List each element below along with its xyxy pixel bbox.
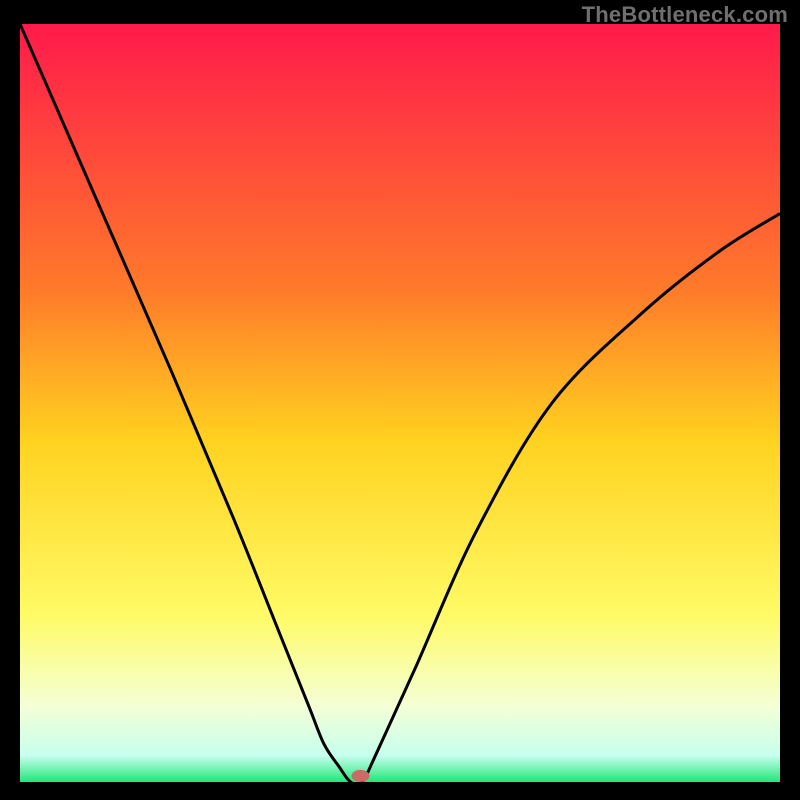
plot-svg bbox=[20, 24, 780, 782]
plot-area bbox=[20, 24, 780, 782]
chart-frame: TheBottleneck.com bbox=[0, 0, 800, 800]
gradient-background bbox=[20, 24, 780, 782]
minimum-marker bbox=[351, 770, 369, 782]
